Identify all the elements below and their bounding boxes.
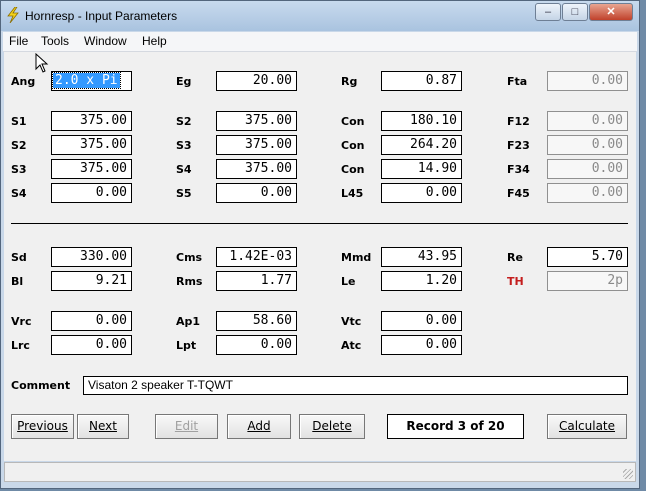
close-button[interactable]: ✕ — [589, 3, 633, 21]
menu-tools[interactable]: Tools — [41, 34, 69, 48]
field-rms[interactable]: 1.77 — [216, 271, 297, 291]
field-re[interactable]: 5.70 — [547, 247, 628, 267]
field-f12: 0.00 — [547, 111, 628, 131]
label-re: Re — [507, 251, 523, 264]
status-bar — [4, 462, 636, 482]
label-vtc: Vtc — [341, 315, 362, 328]
field-s2-col2[interactable]: 375.00 — [216, 111, 297, 131]
label-mmd: Mmd — [341, 251, 372, 264]
label-f12: F12 — [507, 115, 530, 128]
mouse-cursor-icon — [35, 53, 49, 73]
next-button[interactable]: Next — [77, 414, 129, 439]
lightning-bolt-icon — [7, 7, 19, 23]
label-f23: F23 — [507, 139, 530, 152]
maximize-button[interactable]: □ — [562, 3, 588, 21]
parameters-panel: Ang 2.0 x Pi Eg 20.00 Rg 0.87 Fta 0.00 S… — [4, 52, 636, 461]
field-cms[interactable]: 1.42E-03 — [216, 247, 297, 267]
record-indicator: Record 3 of 20 — [387, 414, 524, 439]
field-s3-col2[interactable]: 375.00 — [216, 135, 297, 155]
field-vtc[interactable]: 0.00 — [381, 311, 462, 331]
edit-button: Edit — [155, 414, 218, 439]
label-comment: Comment — [11, 379, 71, 392]
field-lrc[interactable]: 0.00 — [51, 335, 132, 355]
label-ap1: Ap1 — [176, 315, 201, 328]
field-con-1[interactable]: 180.10 — [381, 111, 462, 131]
label-lpt: Lpt — [176, 339, 197, 352]
minimize-button[interactable]: – — [535, 3, 561, 21]
comment-field[interactable]: Visaton 2 speaker T-TQWT — [83, 376, 628, 395]
menu-bar: File Tools Window Help — [3, 32, 637, 52]
label-s5: S5 — [176, 187, 192, 200]
field-bl[interactable]: 9.21 — [51, 271, 132, 291]
field-con-2[interactable]: 264.20 — [381, 135, 462, 155]
field-le[interactable]: 1.20 — [381, 271, 462, 291]
label-f45: F45 — [507, 187, 530, 200]
section-divider — [11, 223, 628, 224]
label-l45: L45 — [341, 187, 364, 200]
label-rms: Rms — [176, 275, 203, 288]
label-fta: Fta — [507, 75, 528, 88]
window-title: Hornresp - Input Parameters — [25, 9, 178, 23]
field-f45: 0.00 — [547, 183, 628, 203]
label-f34: F34 — [507, 163, 530, 176]
menu-window[interactable]: Window — [84, 34, 127, 48]
label-ang: Ang — [11, 75, 36, 88]
label-sd: Sd — [11, 251, 27, 264]
label-s3: S3 — [176, 139, 192, 152]
field-s3[interactable]: 375.00 — [51, 159, 132, 179]
label-con-3: Con — [341, 163, 365, 176]
field-eg[interactable]: 20.00 — [216, 71, 297, 91]
menu-file[interactable]: File — [9, 34, 28, 48]
field-fta: 0.00 — [547, 71, 628, 91]
field-ap1[interactable]: 58.60 — [216, 311, 297, 331]
field-s4-col2[interactable]: 375.00 — [216, 159, 297, 179]
label-con-2: Con — [341, 139, 365, 152]
field-s5[interactable]: 0.00 — [216, 183, 297, 203]
main-window: Hornresp - Input Parameters – □ ✕ File T… — [0, 0, 640, 489]
field-l45[interactable]: 0.00 — [381, 183, 462, 203]
field-atc[interactable]: 0.00 — [381, 335, 462, 355]
resize-grip-icon[interactable] — [623, 469, 633, 479]
field-s2[interactable]: 375.00 — [51, 135, 132, 155]
label-vrc: Vrc — [11, 315, 32, 328]
label-le: Le — [341, 275, 356, 288]
label-con-1: Con — [341, 115, 365, 128]
field-con-3[interactable]: 14.90 — [381, 159, 462, 179]
label-bl: Bl — [11, 275, 24, 288]
calculate-button[interactable]: Calculate — [547, 414, 627, 439]
label-rg: Rg — [341, 75, 358, 88]
field-vrc[interactable]: 0.00 — [51, 311, 132, 331]
label-eg: Eg — [176, 75, 192, 88]
label-s3: S3 — [11, 163, 27, 176]
field-mmd[interactable]: 43.95 — [381, 247, 462, 267]
label-s4: S4 — [11, 187, 27, 200]
label-lrc: Lrc — [11, 339, 30, 352]
field-rg[interactable]: 0.87 — [381, 71, 462, 91]
field-ang-value: 2.0 x Pi — [52, 72, 121, 89]
field-f23: 0.00 — [547, 135, 628, 155]
label-s4: S4 — [176, 163, 192, 176]
field-sd[interactable]: 330.00 — [51, 247, 132, 267]
label-s2: S2 — [11, 139, 27, 152]
label-cms: Cms — [176, 251, 203, 264]
field-s1[interactable]: 375.00 — [51, 111, 132, 131]
delete-button[interactable]: Delete — [299, 414, 365, 439]
title-bar[interactable]: Hornresp - Input Parameters – □ ✕ — [1, 1, 639, 31]
label-th: TH — [507, 275, 524, 288]
label-atc: Atc — [341, 339, 362, 352]
previous-button[interactable]: Previous — [11, 414, 74, 439]
label-s2: S2 — [176, 115, 192, 128]
menu-help[interactable]: Help — [142, 34, 167, 48]
field-ang[interactable]: 2.0 x Pi — [51, 71, 132, 91]
field-lpt[interactable]: 0.00 — [216, 335, 297, 355]
label-s1: S1 — [11, 115, 27, 128]
add-button[interactable]: Add — [227, 414, 291, 439]
field-f34: 0.00 — [547, 159, 628, 179]
field-s4[interactable]: 0.00 — [51, 183, 132, 203]
field-th[interactable]: 2p — [547, 271, 628, 291]
